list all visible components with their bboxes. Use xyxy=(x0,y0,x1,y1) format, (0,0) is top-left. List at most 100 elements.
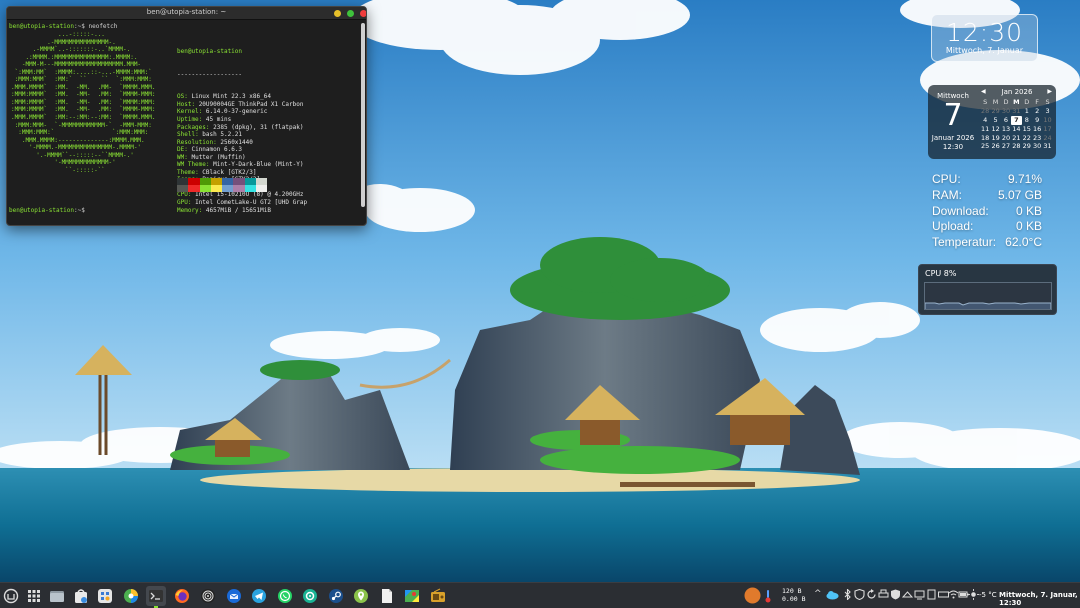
calendar-day-cell[interactable]: 11 xyxy=(980,125,990,134)
calendar-day-cell[interactable]: 8 xyxy=(1022,116,1032,125)
calendar-day-cell[interactable]: 30 xyxy=(1032,142,1042,151)
close-button[interactable] xyxy=(360,10,366,17)
calendar-day-cell[interactable]: 30 xyxy=(1001,107,1011,116)
printer-icon[interactable] xyxy=(878,589,889,600)
taskbar-clock[interactable]: Mittwoch, 7. Januar, 12:30 xyxy=(999,591,1080,607)
palette-swatch xyxy=(244,185,256,192)
calendar-desklet: Mittwoch 7 Januar 2026 12:30 ◀ Jan 2026 … xyxy=(928,85,1056,159)
calendar-day-cell[interactable]: 26 xyxy=(990,142,1000,151)
sysinfo-value: Intel i5-10210U (8) @ 4.200GHz xyxy=(195,191,304,199)
stat-label: Upload: xyxy=(932,219,974,234)
terminal-prompt: ben@utopia-station xyxy=(9,207,75,214)
chevron-left-icon[interactable]: ◀ xyxy=(981,88,986,95)
cpu-graph-line xyxy=(924,302,1052,309)
sysinfo-value: Intel CometLake-U GT2 [UHD Grap xyxy=(195,199,308,207)
sysinfo-separator: ------------------ xyxy=(177,70,243,78)
calendar-day-cell[interactable]: 23 xyxy=(1032,134,1042,143)
calendar-day-cell[interactable]: 13 xyxy=(1001,125,1011,134)
palette-swatch xyxy=(177,185,189,192)
taskbar-settings[interactable] xyxy=(95,586,115,606)
calendar-day-cell[interactable]: 19 xyxy=(990,134,1000,143)
cloud-icon[interactable] xyxy=(826,589,839,600)
calendar-day-cell[interactable]: 5 xyxy=(990,116,1000,125)
calendar-day-cell[interactable]: 20 xyxy=(1001,134,1011,143)
sysinfo-row: OS: Linux Mint 22.3 x86_64 xyxy=(177,93,307,101)
calendar-day-cell[interactable]: 15 xyxy=(1022,125,1032,134)
terminal-titlebar[interactable]: ben@utopia-station: ~ xyxy=(7,7,366,20)
weather-temperature[interactable]: -5 °C xyxy=(979,591,997,599)
taskbar-text-editor[interactable] xyxy=(377,586,397,606)
calendar-month-view: ◀ Jan 2026 ▶ S M D M D F S 28 29 30 31 1 2 3 4 5 6 7 8 9 10 1… xyxy=(980,88,1054,151)
refresh-icon[interactable] xyxy=(866,589,877,600)
calendar-day-cell[interactable]: 3 xyxy=(1042,107,1052,116)
taskbar-thunderbird[interactable] xyxy=(224,586,244,606)
taskbar-app-teal[interactable] xyxy=(300,586,320,606)
sysinfo-row: Host: 20U90004GE ThinkPad X1 Carbon xyxy=(177,101,307,109)
calendar-day-cell[interactable]: 18 xyxy=(980,134,990,143)
sysinfo-colon: : xyxy=(191,100,199,108)
calendar-day-cell[interactable]: 28 xyxy=(1011,142,1021,151)
calendar-day-cell[interactable]: 1 xyxy=(1022,107,1032,116)
sysinfo-value: 6.14.0-37-generic xyxy=(205,108,268,116)
calendar-day-cell[interactable]: 24 xyxy=(1042,134,1052,143)
calendar-day-cell[interactable]: 9 xyxy=(1032,116,1042,125)
chevron-up-icon[interactable]: ^ xyxy=(814,589,825,600)
taskbar-maps[interactable] xyxy=(402,586,422,606)
calendar-day-cell[interactable]: 6 xyxy=(1001,116,1011,125)
taskbar-maps-pin[interactable] xyxy=(351,586,371,606)
calendar-today-cell[interactable]: 7 xyxy=(1011,115,1022,125)
update-shield-icon[interactable] xyxy=(890,589,901,600)
calendar-day-cell[interactable]: 22 xyxy=(1022,134,1032,143)
sysinfo-row: Kernel: 6.14.0-37-generic xyxy=(177,108,307,116)
calendar-day-cell[interactable]: 2 xyxy=(1032,107,1042,116)
taskbar-obs[interactable] xyxy=(198,586,218,606)
taskbar-web-browser-alt[interactable] xyxy=(121,586,141,606)
clipboard-icon[interactable] xyxy=(926,589,937,600)
app-grid-button[interactable] xyxy=(24,586,44,606)
minimize-button[interactable] xyxy=(334,10,341,17)
calendar-day-cell[interactable]: 16 xyxy=(1032,125,1042,134)
palette-swatch xyxy=(222,178,234,185)
calendar-day-cell[interactable]: 27 xyxy=(1001,142,1011,151)
calendar-day-cell[interactable]: 31 xyxy=(1011,107,1021,116)
calendar-day-cell[interactable]: 17 xyxy=(1042,125,1052,134)
calendar-weekday-head: F xyxy=(1035,98,1040,106)
chevron-right-icon[interactable]: ▶ xyxy=(1047,88,1052,95)
calendar-today-panel: Mittwoch 7 Januar 2026 12:30 xyxy=(928,85,978,159)
shield-icon[interactable] xyxy=(854,589,865,600)
maximize-button[interactable] xyxy=(347,10,354,17)
weather-moon-icon[interactable] xyxy=(744,587,761,604)
calendar-day-cell[interactable]: 21 xyxy=(1011,134,1021,143)
display-icon[interactable] xyxy=(914,589,925,600)
taskbar-software-manager[interactable] xyxy=(71,586,91,606)
network-icon[interactable] xyxy=(902,589,913,600)
ascii-line: `:MMM:MM` :MMMM:....::-...-MMMM:MMM:` xyxy=(11,68,152,76)
calendar-day-cell[interactable]: 4 xyxy=(980,116,990,125)
terminal-window[interactable]: ben@utopia-station: ~ ben@utopia-station… xyxy=(6,6,367,226)
calendar-day-cell[interactable]: 14 xyxy=(1011,125,1021,134)
steam-icon xyxy=(329,589,343,603)
terminal-output[interactable]: ben@utopia-station:~$ neofetch ...-:::::… xyxy=(7,20,362,225)
calendar-day-cell[interactable]: 10 xyxy=(1042,116,1052,125)
calendar-day-cell[interactable]: 31 xyxy=(1042,142,1052,151)
taskbar-telegram[interactable] xyxy=(249,586,269,606)
menu-button[interactable] xyxy=(1,586,21,606)
bluetooth-icon[interactable] xyxy=(842,589,853,600)
taskbar-files[interactable] xyxy=(47,586,67,606)
taskbar-steam[interactable] xyxy=(326,586,346,606)
calendar-day-cell[interactable]: 29 xyxy=(990,107,1000,116)
terminal-prompt: ben@utopia-station xyxy=(9,23,75,30)
weather-sun-icon[interactable] xyxy=(968,589,979,600)
taskbar-firefox[interactable] xyxy=(172,586,192,606)
taskbar-radio[interactable] xyxy=(428,586,448,606)
sysinfo-key: Packages xyxy=(177,123,206,131)
taskbar-whatsapp[interactable] xyxy=(275,586,295,606)
terminal-scrollbar[interactable] xyxy=(361,23,365,207)
taskbar-terminal[interactable] xyxy=(146,586,166,608)
calendar-day-cell[interactable]: 29 xyxy=(1022,142,1032,151)
calendar-day-cell[interactable]: 12 xyxy=(990,125,1000,134)
palette-swatch xyxy=(199,185,211,192)
calendar-day-cell[interactable]: 25 xyxy=(980,142,990,151)
palette-swatch xyxy=(222,185,234,192)
calendar-day-cell[interactable]: 28 xyxy=(980,107,990,116)
